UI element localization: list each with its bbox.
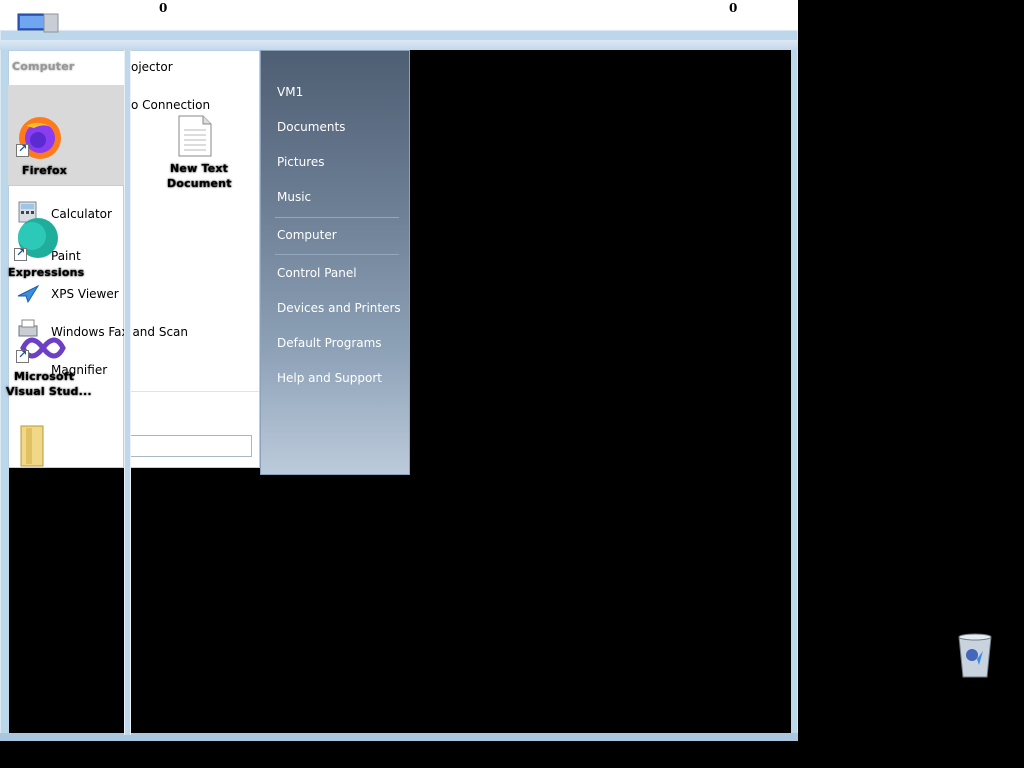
counter-left: 0 xyxy=(159,1,168,15)
start-link-computer[interactable]: Computer xyxy=(277,228,337,242)
folder-icon[interactable] xyxy=(18,424,48,468)
xps-viewer-icon xyxy=(17,284,40,304)
start-link-help-support[interactable]: Help and Support xyxy=(277,371,382,385)
start-link-control-panel[interactable]: Control Panel xyxy=(277,266,357,280)
desktop-icon-label: New Text xyxy=(170,162,229,175)
start-link-devices-printers[interactable]: Devices and Printers xyxy=(277,301,401,315)
recycle-bin-icon[interactable] xyxy=(955,631,995,679)
start-link-user[interactable]: VM1 xyxy=(277,85,303,99)
start-item-xps-viewer[interactable]: XPS Viewer xyxy=(14,284,124,304)
window-titlebar[interactable] xyxy=(0,40,798,50)
start-item-remote-desktop[interactable]: o Connection xyxy=(131,95,210,115)
desktop-icon-label-computer: Computer xyxy=(12,60,75,73)
window-bottom-border xyxy=(0,733,798,741)
start-item-label: XPS Viewer xyxy=(51,287,119,301)
desktop-icon-label: Visual Stud... xyxy=(6,385,92,398)
desktop-icon-label: Expressions xyxy=(8,266,85,279)
text-document-icon xyxy=(178,115,212,157)
start-item-label: ojector xyxy=(131,60,173,74)
shortcut-arrow-icon xyxy=(16,348,29,363)
start-link-default-programs[interactable]: Default Programs xyxy=(277,336,382,350)
computer-icon[interactable] xyxy=(14,12,60,34)
desktop-icon-visual-studio[interactable]: Microsoft Visual Stud... xyxy=(4,328,92,402)
desktop-icon-new-text-document[interactable]: New Text Document xyxy=(160,114,232,194)
desktop-icon-label: Microsoft xyxy=(14,370,75,383)
desktop-icon-label: Document xyxy=(167,177,232,190)
counter-right: 0 xyxy=(729,1,738,15)
shortcut-arrow-icon xyxy=(16,142,29,157)
start-item-label: o Connection xyxy=(131,98,211,112)
desktop-icon-firefox[interactable]: Firefox xyxy=(14,114,74,177)
start-link-documents[interactable]: Documents xyxy=(277,120,345,134)
start-menu-places-pane: VM1 Documents Pictures Music Computer Co… xyxy=(260,50,410,475)
start-item-projector[interactable]: ojector xyxy=(131,57,173,77)
start-link-pictures[interactable]: Pictures xyxy=(277,155,325,169)
desktop: 0 0 ojector o Connection Calculator Pain… xyxy=(0,0,1024,768)
desktop-icon-label: Firefox xyxy=(22,164,68,177)
places-separator xyxy=(275,254,399,255)
window-splitter[interactable] xyxy=(124,50,131,735)
start-link-music[interactable]: Music xyxy=(277,190,311,204)
shortcut-arrow-icon xyxy=(14,246,27,261)
places-separator xyxy=(275,217,399,218)
desktop-icon-expressions[interactable]: Expressions xyxy=(8,214,84,279)
